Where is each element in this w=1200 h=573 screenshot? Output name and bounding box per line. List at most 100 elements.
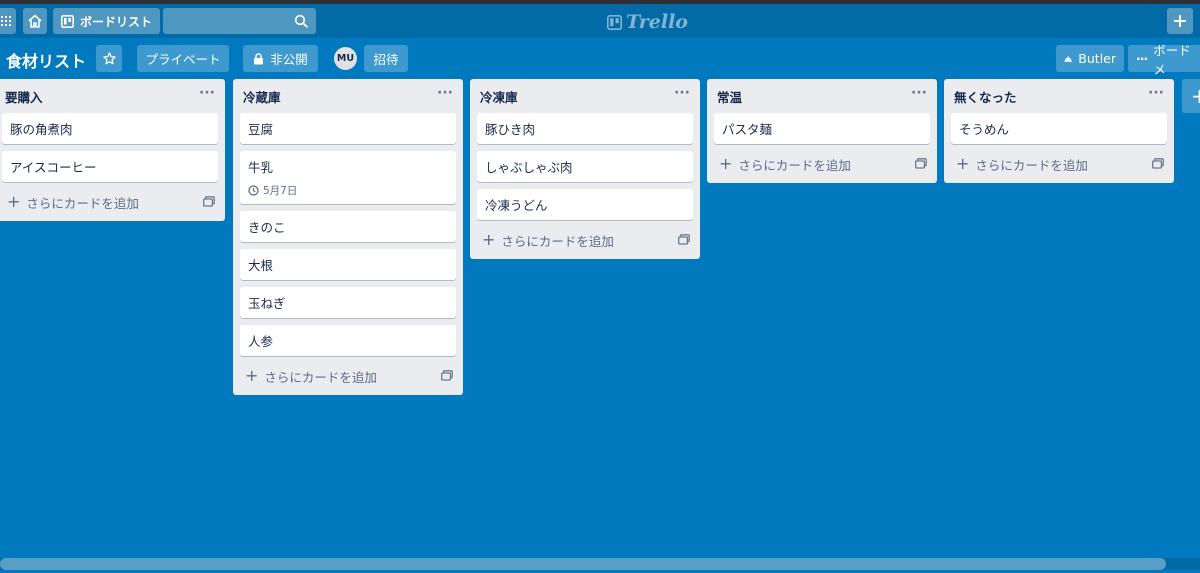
list-header[interactable]: 冷蔵庫 ··· bbox=[233, 79, 463, 113]
add-card-button[interactable]: + さらにカードを追加 bbox=[950, 151, 1168, 177]
search-input[interactable] bbox=[163, 8, 316, 34]
card[interactable]: そうめん bbox=[951, 113, 1167, 144]
list-header[interactable]: 常温 ··· bbox=[707, 79, 937, 113]
trello-logo[interactable]: Trello bbox=[607, 11, 688, 33]
list-menu-icon[interactable]: ··· bbox=[199, 86, 215, 100]
add-card-label: さらにカードを追加 bbox=[26, 195, 139, 211]
card[interactable]: しゃぶしゃぶ肉 bbox=[477, 151, 693, 182]
card-title: きのこ bbox=[248, 220, 286, 235]
card-title: 冷凍うどん bbox=[485, 198, 548, 213]
list-column: 要購入 ··· 豚の角煮肉 アイスコーヒー + さらにカードを追加 bbox=[0, 79, 225, 221]
plus-icon: + bbox=[7, 192, 21, 211]
add-card-label: さらにカードを追加 bbox=[738, 157, 851, 173]
list-title[interactable]: 冷蔵庫 bbox=[243, 87, 281, 106]
add-card-button[interactable]: + さらにカードを追加 bbox=[239, 363, 457, 389]
star-icon bbox=[102, 52, 116, 65]
list-title[interactable]: 要購入 bbox=[5, 87, 43, 106]
card[interactable]: 豚の角煮肉 bbox=[2, 113, 218, 144]
add-card-label: さらにカードを追加 bbox=[264, 369, 377, 385]
card[interactable]: 人参 bbox=[240, 325, 456, 356]
card-title: 豚ひき肉 bbox=[485, 122, 536, 137]
add-card-label: さらにカードを追加 bbox=[975, 157, 1088, 173]
card-title: アイスコーヒー bbox=[10, 160, 97, 175]
add-card-label: さらにカードを追加 bbox=[501, 233, 614, 249]
butler-bell-icon bbox=[1064, 56, 1072, 62]
due-date-text: 5月7日 bbox=[263, 185, 298, 197]
menu-label: ボードメ bbox=[1153, 42, 1191, 77]
card[interactable]: 大根 bbox=[240, 249, 456, 280]
card-template-icon[interactable] bbox=[441, 370, 453, 381]
plus-icon: + bbox=[1191, 84, 1200, 108]
list-header[interactable]: 要購入 ··· bbox=[0, 79, 225, 113]
add-card-button[interactable]: + さらにカードを追加 bbox=[1, 189, 219, 215]
card-title: そうめん bbox=[959, 122, 1010, 137]
list-title[interactable]: 無くなった bbox=[954, 87, 1017, 106]
create-button[interactable] bbox=[1167, 8, 1193, 34]
butler-button[interactable]: Butler bbox=[1056, 45, 1124, 72]
list-column: 冷蔵庫 ··· 豆腐 牛乳 5月7日 きのこ 大根 玉ねぎ 人参 + さらにカー… bbox=[233, 79, 463, 395]
card-template-icon[interactable] bbox=[915, 158, 927, 169]
home-button[interactable] bbox=[23, 8, 47, 34]
invite-button[interactable]: 招待 bbox=[364, 45, 408, 72]
visibility-label: プライベート bbox=[145, 52, 221, 67]
card-template-icon[interactable] bbox=[678, 234, 690, 245]
card[interactable]: アイスコーヒー bbox=[2, 151, 218, 182]
show-menu-button[interactable]: ··· ボードメ bbox=[1128, 43, 1200, 77]
list-column: 冷凍庫 ··· 豚ひき肉 しゃぶしゃぶ肉 冷凍うどん + さらにカードを追加 bbox=[470, 79, 700, 259]
card-template-icon[interactable] bbox=[203, 196, 215, 207]
due-date-badge: 5月7日 bbox=[248, 183, 448, 198]
list-header[interactable]: 無くなった ··· bbox=[944, 79, 1174, 113]
list-header[interactable]: 冷凍庫 ··· bbox=[470, 79, 700, 113]
butler-label: Butler bbox=[1078, 51, 1116, 66]
list-title[interactable]: 常温 bbox=[717, 87, 742, 106]
card-title: 牛乳 bbox=[248, 160, 274, 175]
card[interactable]: 豚ひき肉 bbox=[477, 113, 693, 144]
card-title: 大根 bbox=[248, 258, 274, 273]
trello-logo-icon bbox=[607, 14, 622, 30]
boards-button-label: ボードリスト bbox=[79, 14, 152, 29]
card[interactable]: 冷凍うどん bbox=[477, 189, 693, 220]
list-menu-icon[interactable]: ··· bbox=[911, 86, 927, 100]
boards-button[interactable]: ボードリスト bbox=[53, 8, 160, 34]
privacy-label: 非公開 bbox=[270, 52, 308, 67]
card-title: パスタ麺 bbox=[722, 122, 773, 137]
list-menu-icon[interactable]: ··· bbox=[437, 86, 453, 100]
card-template-icon[interactable] bbox=[1152, 158, 1164, 169]
board-title[interactable]: 食材リスト bbox=[6, 48, 86, 72]
list-title[interactable]: 冷凍庫 bbox=[480, 87, 518, 106]
search-icon bbox=[294, 14, 308, 28]
avatar-initials: MU bbox=[336, 53, 355, 64]
apps-menu-button[interactable] bbox=[0, 8, 16, 34]
star-button[interactable] bbox=[96, 45, 122, 72]
board-visibility-button[interactable]: プライベート bbox=[137, 45, 229, 72]
card[interactable]: 玉ねぎ bbox=[240, 287, 456, 318]
horizontal-scrollbar-thumb[interactable] bbox=[0, 558, 1166, 570]
add-card-button[interactable]: + さらにカードを追加 bbox=[476, 227, 694, 253]
plus-icon: + bbox=[482, 230, 496, 249]
more-icon: ··· bbox=[1136, 51, 1148, 66]
list-menu-icon[interactable]: ··· bbox=[1148, 86, 1164, 100]
card-title: 人参 bbox=[248, 334, 274, 349]
clock-icon bbox=[248, 185, 259, 196]
grid-icon bbox=[1, 16, 11, 26]
plus-icon bbox=[1174, 15, 1186, 27]
list-column: 常温 ··· パスタ麺 + さらにカードを追加 bbox=[707, 79, 937, 183]
card-title: 豆腐 bbox=[248, 122, 274, 137]
plus-icon: + bbox=[245, 366, 259, 385]
privacy-button[interactable]: 非公開 bbox=[243, 45, 318, 72]
trello-logo-text: Trello bbox=[626, 11, 688, 33]
card-title: 玉ねぎ bbox=[248, 296, 286, 311]
list-menu-icon[interactable]: ··· bbox=[674, 86, 690, 100]
card[interactable]: 牛乳 5月7日 bbox=[240, 151, 456, 204]
member-avatar[interactable]: MU bbox=[334, 47, 357, 70]
add-list-button[interactable]: + bbox=[1182, 79, 1200, 113]
plus-icon: + bbox=[719, 154, 733, 173]
card[interactable]: 豆腐 bbox=[240, 113, 456, 144]
add-card-button[interactable]: + さらにカードを追加 bbox=[713, 151, 931, 177]
list-column: 無くなった ··· そうめん + さらにカードを追加 bbox=[944, 79, 1174, 183]
plus-icon: + bbox=[956, 154, 970, 173]
lock-icon bbox=[254, 52, 264, 64]
card[interactable]: きのこ bbox=[240, 211, 456, 242]
card[interactable]: パスタ麺 bbox=[714, 113, 930, 144]
invite-label: 招待 bbox=[373, 52, 399, 67]
